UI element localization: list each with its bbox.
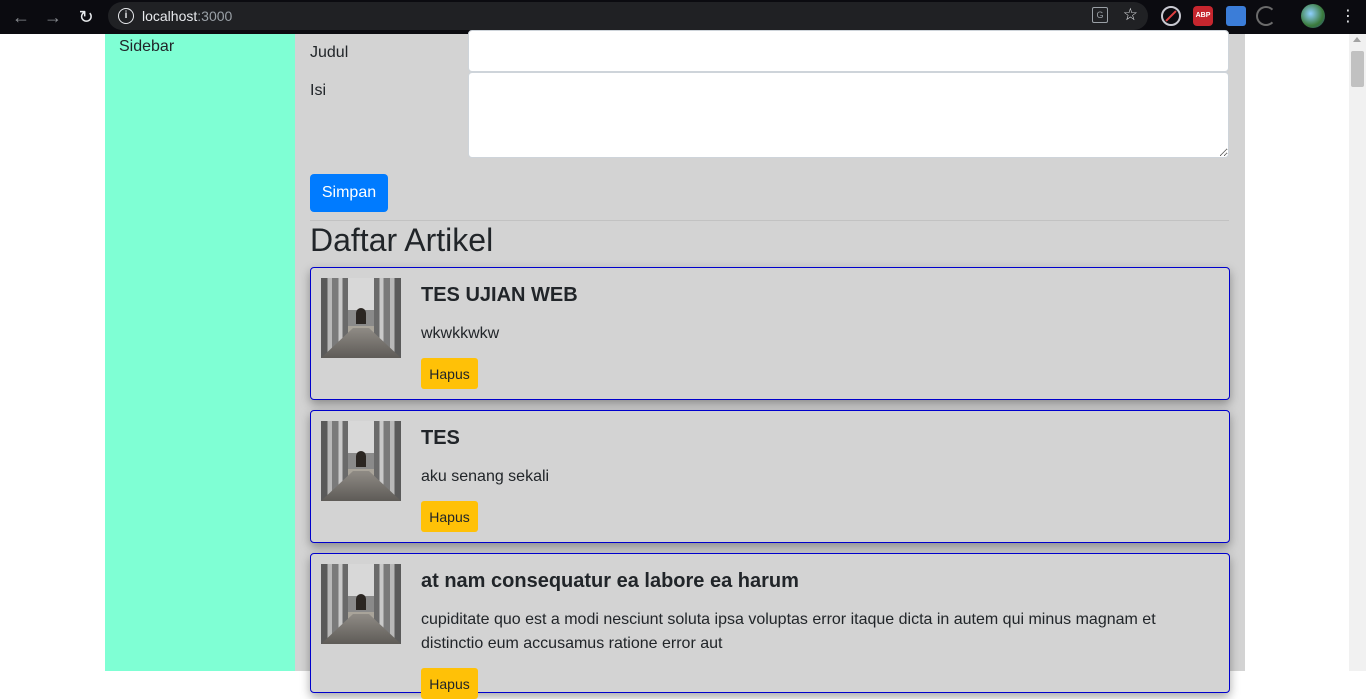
article-title: TES xyxy=(421,427,460,449)
c-extension-icon[interactable] xyxy=(1256,6,1276,26)
simpan-button[interactable]: Simpan xyxy=(310,174,388,212)
judul-input[interactable] xyxy=(468,30,1229,72)
bookmark-star-icon[interactable]: ☆ xyxy=(1123,5,1138,25)
translate-icon[interactable]: G xyxy=(1092,7,1108,23)
main-content: Judul Isi Simpan Daftar Artikel TES UJIA… xyxy=(295,30,1245,699)
article-thumbnail xyxy=(321,421,401,501)
sidebar-label: Sidebar xyxy=(119,38,175,55)
browser-toolbar: ← → ↻ i localhost:3000 G ☆ ABP ⋮ xyxy=(0,0,1366,34)
article-title: at nam consequatur ea labore ea harum xyxy=(421,570,799,592)
sidebar: Sidebar xyxy=(105,34,295,671)
article-thumbnail xyxy=(321,564,401,644)
article-card: TES UJIAN WEB wkwkkwkw Hapus xyxy=(310,267,1230,400)
article-card: at nam consequatur ea labore ea harum cu… xyxy=(310,553,1230,699)
scrollbar-thumb[interactable] xyxy=(1351,51,1364,87)
divider xyxy=(310,220,1229,221)
site-info-icon[interactable]: i xyxy=(118,8,134,24)
article-body: wkwkkwkw xyxy=(421,325,500,342)
article-thumbnail xyxy=(321,278,401,358)
adblock-extension-icon[interactable]: ABP xyxy=(1193,6,1213,26)
article-body: cupiditate quo est a modi nesciunt solut… xyxy=(421,611,1156,652)
url-text[interactable]: localhost:3000 xyxy=(142,8,232,24)
scroll-up-icon[interactable] xyxy=(1353,37,1361,42)
profile-avatar[interactable] xyxy=(1301,4,1325,28)
article-card: TES aku senang sekali Hapus xyxy=(310,410,1230,543)
isi-label: Isi xyxy=(310,82,326,99)
isi-textarea[interactable] xyxy=(468,72,1229,158)
more-menu-icon[interactable]: ⋮ xyxy=(1340,6,1356,26)
forward-icon[interactable]: → xyxy=(41,5,65,29)
vertical-scrollbar[interactable] xyxy=(1349,34,1366,671)
hapus-button[interactable]: Hapus xyxy=(421,501,478,532)
address-bar[interactable]: i localhost:3000 G ☆ xyxy=(108,2,1148,30)
article-list-title: Daftar Artikel xyxy=(310,222,494,258)
screenshot-extension-icon[interactable] xyxy=(1226,6,1246,26)
page: Sidebar Judul Isi Simpan Daftar Artikel … xyxy=(0,30,1366,699)
article-body: aku senang sekali xyxy=(421,468,550,485)
hapus-button[interactable]: Hapus xyxy=(421,668,478,699)
block-extension-icon[interactable] xyxy=(1161,6,1181,26)
back-icon[interactable]: ← xyxy=(9,5,33,29)
reload-icon[interactable]: ↻ xyxy=(74,5,98,29)
judul-label: Judul xyxy=(310,44,349,61)
article-title: TES UJIAN WEB xyxy=(421,284,578,306)
hapus-button[interactable]: Hapus xyxy=(421,358,478,389)
